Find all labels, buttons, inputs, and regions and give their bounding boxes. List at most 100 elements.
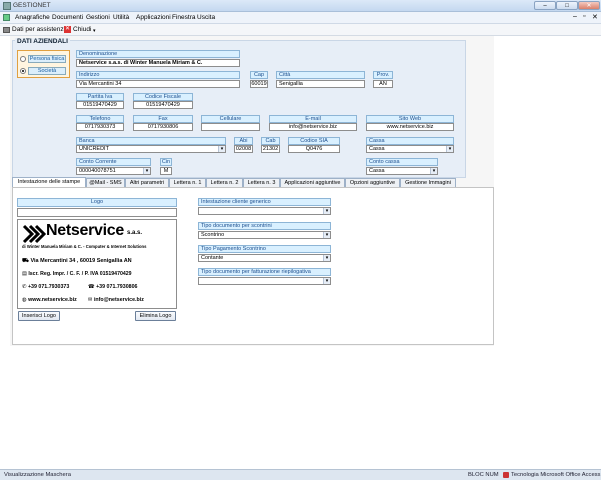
chevron-down-icon[interactable]: ▾	[323, 255, 330, 261]
radio-persona-fisica[interactable]: Persona fisica	[20, 55, 66, 63]
banca-value: UNICREDIT	[79, 146, 109, 152]
abi-field[interactable]: 02008	[234, 145, 253, 153]
menu-anagrafiche[interactable]: Anagrafiche	[15, 14, 50, 21]
logo-registry-line: ▤ Iscr. Reg. Impr. / C. F. / P. IVA 0151…	[22, 271, 132, 277]
email-label: E-mail	[269, 115, 357, 123]
group-title: DATI AZIENDALI	[15, 38, 70, 45]
chevron-down-icon[interactable]: ▾	[323, 232, 330, 238]
tipo-doc-fatt-riep-label: Tipo documento per fatturazione riepilog…	[198, 268, 331, 276]
conto-corrente-combo[interactable]: 000040078751 ▾	[76, 167, 151, 175]
menu-utilita[interactable]: Utilità	[113, 14, 129, 21]
cin-label: Cin	[160, 158, 172, 166]
intestazione-generico-combo[interactable]: ▾	[198, 207, 331, 215]
chevron-down-icon[interactable]: ▾	[143, 168, 150, 174]
tab-lettera-1[interactable]: Lettera n. 1	[169, 178, 206, 187]
cap-label: Cap	[250, 71, 268, 79]
tipo-doc-fatt-riep-combo[interactable]: ▾	[198, 277, 331, 285]
sia-field[interactable]: Q0476	[288, 145, 340, 153]
cellulare-label: Cellulare	[201, 115, 260, 123]
indirizzo-field[interactable]: Via Mercantini 34	[76, 80, 240, 88]
radio-label: Persona fisica	[28, 55, 66, 63]
chevron-down-icon[interactable]: ▾	[218, 146, 225, 152]
close-form-button[interactable]: ✕ Chiudi	[64, 26, 91, 33]
tipo-doc-scontrini-value: Scontrino	[201, 232, 225, 238]
conto-cassa-combo[interactable]: Cassa ▾	[366, 167, 438, 175]
restore-child-minimize[interactable]: –	[573, 13, 577, 20]
telefono-field[interactable]: 0717930373	[76, 123, 124, 131]
cassa-label: Cassa	[366, 137, 454, 145]
logo-registry: Iscr. Reg. Impr. / C. F. / P. IVA 015194…	[28, 271, 132, 277]
access-tech-label: Tecnologia Microsoft Office Access	[511, 472, 601, 478]
cellulare-field[interactable]	[201, 123, 260, 131]
piva-label: Partita Iva	[76, 93, 124, 101]
denominazione-field[interactable]: Netservice s.a.s. di Winter Manuela Miri…	[76, 59, 240, 67]
assist-data-label: Dati per assistenza	[12, 26, 68, 33]
sito-field[interactable]: www.netservice.biz	[366, 123, 454, 131]
tab-gestione-immagini[interactable]: Gestione Immagini	[400, 178, 456, 187]
banca-combo[interactable]: UNICREDIT ▾	[76, 145, 226, 153]
radio-dot-selected[interactable]	[20, 68, 26, 74]
cab-field[interactable]: 21302	[261, 145, 280, 153]
document-icon: ▤	[22, 271, 27, 277]
cf-field[interactable]: 01519470429	[133, 101, 193, 109]
chevron-down-icon[interactable]: ▾	[430, 168, 437, 174]
logo-fax: +39 071.7930806	[96, 284, 138, 290]
logo-address: Via Mercantini 34 , 60019 Senigallia AN	[30, 258, 132, 264]
restore-child-restore[interactable]: ▫	[583, 13, 585, 20]
prov-label: Prov.	[373, 71, 393, 79]
menu-uscita[interactable]: Uscita	[197, 14, 215, 21]
chevron-down-icon[interactable]: ▾	[446, 146, 453, 152]
citta-field[interactable]: Senigallia	[276, 80, 365, 88]
menu-applicazioni[interactable]: Applicazioni	[136, 14, 171, 21]
logo-web-line: ◍ www.netservice.biz	[22, 297, 77, 303]
logo-path-field[interactable]	[17, 208, 177, 217]
chevron-down-icon[interactable]: ▾	[323, 278, 330, 284]
tipo-doc-scontrini-label: Tipo documento per scontrini	[198, 222, 331, 230]
menu-gestioni[interactable]: Gestioni	[86, 14, 110, 21]
tab-applicazioni-aggiuntive[interactable]: Applicazioni aggiuntive	[280, 178, 345, 187]
abi-label: Abi	[234, 137, 253, 145]
cap-field[interactable]: 60019	[250, 80, 268, 88]
minimize-button[interactable]: –	[534, 1, 556, 10]
restore-child-close[interactable]: ✕	[592, 13, 598, 21]
insert-logo-button[interactable]: Inserisci Logo	[18, 311, 60, 321]
tab-mail-sms[interactable]: @Mail - SMS	[86, 178, 125, 187]
sia-label: Codice SIA	[288, 137, 340, 145]
assist-data-button[interactable]: Dati per assistenza	[3, 26, 67, 33]
fax-field[interactable]: 0717930806	[133, 123, 193, 131]
piva-field[interactable]: 01519470429	[76, 101, 124, 109]
tipo-doc-scontrini-combo[interactable]: Scontrino ▾	[198, 231, 331, 239]
email-field[interactable]: info@netservice.biz	[269, 123, 357, 131]
menu-documenti[interactable]: Documenti	[52, 14, 83, 21]
conto-corrente-label: Conto Corrente	[76, 158, 151, 166]
logo-tagline: di Winter Manuela Miriam & C. - Computer…	[22, 244, 147, 249]
tab-lettera-3[interactable]: Lettera n. 3	[243, 178, 280, 187]
menu-bar: Anagrafiche Documenti Gestioni Utilità A…	[0, 12, 601, 24]
logo-image: Netservice s.a.s. di Winter Manuela Miri…	[17, 219, 177, 309]
close-window-button[interactable]: ✕	[578, 1, 600, 10]
radio-dot[interactable]	[20, 56, 26, 62]
logo-mail: info@netservice.biz	[93, 297, 144, 303]
tab-altri-parametri[interactable]: Altri parametri	[125, 178, 169, 187]
maximize-button[interactable]: □	[556, 1, 578, 10]
netservice-logo-icon	[22, 224, 46, 244]
delete-logo-button[interactable]: Elimina Logo	[135, 311, 176, 321]
tab-opzioni-aggiuntive[interactable]: Opzioni aggiuntive	[345, 178, 400, 187]
tipo-pagamento-combo[interactable]: Contante ▾	[198, 254, 331, 262]
truck-icon: ⛟	[22, 258, 29, 264]
cin-field[interactable]: M	[160, 167, 172, 175]
toolbar-overflow-icon[interactable]: ▾	[93, 28, 96, 34]
logo-address-line: ⛟ Via Mercantini 34 , 60019 Senigallia A…	[22, 258, 132, 265]
toolbar: Dati per assistenza ✕ Chiudi ▾	[0, 24, 601, 36]
conto-corrente-value: 000040078751	[79, 168, 116, 174]
radio-societa[interactable]: Società	[20, 67, 66, 75]
tab-intestazione-stampe[interactable]: Intestazione delle stampe	[12, 177, 86, 187]
logo-fax-line: ☎ +39 071.7930806	[88, 284, 137, 290]
access-form-icon[interactable]	[3, 14, 10, 21]
chevron-down-icon[interactable]: ▾	[323, 208, 330, 214]
menu-finestra[interactable]: Finestra	[172, 14, 195, 21]
prov-field[interactable]: AN	[373, 80, 393, 88]
cab-label: Cab	[261, 137, 280, 145]
cassa-combo[interactable]: Cassa ▾	[366, 145, 454, 153]
tab-lettera-2[interactable]: Lettera n. 2	[206, 178, 243, 187]
